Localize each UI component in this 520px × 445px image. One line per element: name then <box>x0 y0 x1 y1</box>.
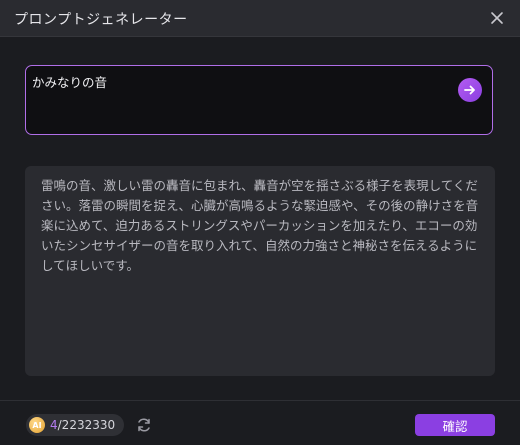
generated-prompt-text: 雷鳴の音、激しい雷の轟音に包まれ、轟音が空を揺さぶる様子を表現してください。落雷… <box>41 178 479 273</box>
credit-text: 4/2232330 <box>50 418 115 432</box>
dialog-title: プロンプトジェネレーター <box>14 12 188 28</box>
ai-coin-icon: AI <box>29 417 45 433</box>
prompt-input-value: かみなりの音 <box>32 75 108 90</box>
credits-used: 4 <box>50 418 58 432</box>
confirm-button[interactable]: 確認 <box>415 414 495 436</box>
refresh-icon[interactable] <box>135 416 153 434</box>
footer-divider <box>0 400 520 401</box>
credits-total: /2232330 <box>57 418 116 432</box>
prompt-generator-dialog: プロンプトジェネレーター かみなりの音 雷鳴の音、激しい雷の轟音に包まれ、轟音が… <box>0 0 520 445</box>
title-bar: プロンプトジェネレーター <box>0 0 520 37</box>
arrow-right-icon <box>464 85 475 95</box>
close-icon[interactable] <box>488 9 506 27</box>
generated-prompt-area[interactable]: 雷鳴の音、激しい雷の轟音に包まれ、轟音が空を揺さぶる様子を表現してください。落雷… <box>25 166 495 376</box>
credit-counter: AI 4/2232330 <box>26 414 124 436</box>
send-button[interactable] <box>458 78 482 102</box>
prompt-input[interactable]: かみなりの音 <box>25 65 493 135</box>
